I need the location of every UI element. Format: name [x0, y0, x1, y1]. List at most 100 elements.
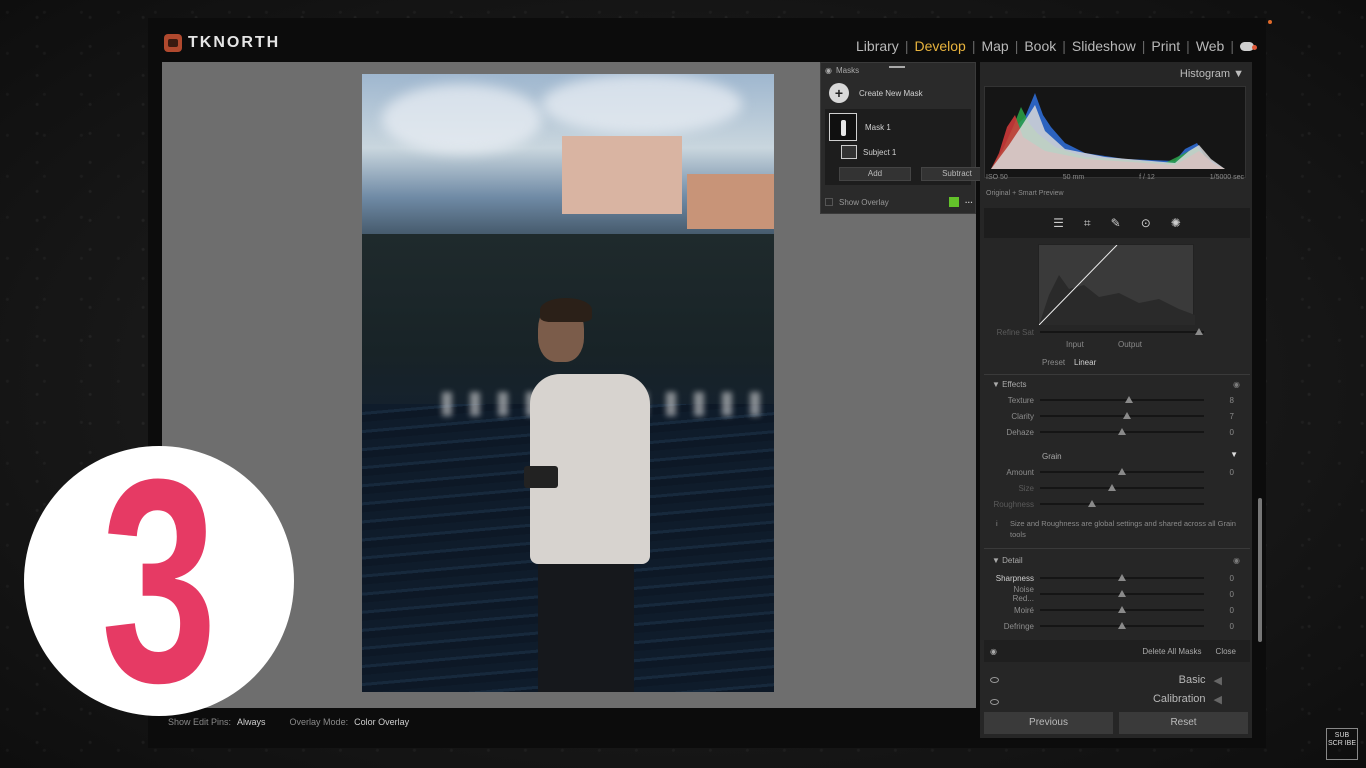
grain-slider-amount[interactable]: Amount 0 [990, 466, 1240, 478]
reset-button[interactable]: Reset [1119, 712, 1248, 734]
calibration-section-header[interactable]: Calibration ◀ [984, 692, 1250, 706]
overlay-color-swatch[interactable] [949, 197, 959, 207]
slider-track[interactable] [1040, 622, 1204, 629]
slider-thumb[interactable] [1118, 574, 1126, 581]
module-slideshow[interactable]: Slideshow [1066, 38, 1142, 54]
slider-thumb[interactable] [1122, 412, 1131, 419]
previous-button[interactable]: Previous [984, 712, 1113, 734]
refine-sat-slider[interactable]: Refine Sat [990, 326, 1240, 338]
grain-slider-size[interactable]: Size [990, 482, 1240, 494]
tone-curve[interactable] [1038, 244, 1195, 326]
slider-track[interactable] [1040, 484, 1204, 491]
add-button[interactable]: Add [839, 167, 911, 181]
histogram-title[interactable]: Histogram ▼ [1180, 68, 1244, 80]
slider-value[interactable]: 0 [1204, 590, 1234, 599]
subscribe-badge[interactable]: SUB SCR IBE [1326, 728, 1358, 760]
slider-value[interactable]: 0 [1204, 606, 1234, 615]
slider-value[interactable]: 7 [1204, 412, 1234, 421]
close-button[interactable]: Close [1216, 647, 1236, 656]
red-eye-icon[interactable]: ⊙ [1141, 216, 1151, 230]
mask-item[interactable]: Mask 1 [829, 113, 891, 141]
aperture-value: f / 12 [1139, 174, 1155, 181]
preset-select[interactable]: Linear [1074, 358, 1096, 367]
grain-header: Grain [1042, 452, 1062, 461]
masks-panel: ◉ Masks + Create New Mask Mask 1 Subject… [820, 62, 993, 214]
show-edit-pins-select[interactable]: Always [237, 717, 266, 727]
canvas-toolbar: Show Edit Pins: Always Overlay Mode: Col… [162, 710, 976, 734]
slider-track[interactable] [1040, 468, 1204, 475]
bear-logo-icon [164, 34, 182, 52]
masking-icon[interactable]: ✺ [1171, 216, 1181, 230]
develop-tool-strip: ☰ ⌗ ✎ ⊙ ✺ [984, 208, 1250, 238]
module-map[interactable]: Map [975, 38, 1014, 54]
slider-thumb[interactable] [1118, 606, 1126, 613]
curve-input-label: Input [1066, 340, 1084, 349]
slider-thumb[interactable] [1118, 428, 1126, 435]
healing-icon[interactable]: ✎ [1111, 216, 1121, 230]
footer-eye-icon[interactable]: ◉ [990, 647, 997, 656]
subject-icon [841, 145, 857, 159]
effects-slider-clarity[interactable]: Clarity 7 [990, 410, 1240, 422]
detail-slider-noise-red[interactable]: Noise Red... 0 [990, 585, 1240, 603]
slider-track[interactable] [1040, 590, 1204, 597]
detail-slider-moir[interactable]: Moiré 0 [990, 604, 1240, 616]
effects-slider-texture[interactable]: Texture 8 [990, 394, 1240, 406]
module-book[interactable]: Book [1018, 38, 1062, 54]
slider-thumb[interactable] [1118, 590, 1126, 597]
slider-track[interactable] [1040, 606, 1204, 613]
slider-value[interactable]: 0 [1204, 574, 1234, 583]
grain-slider-roughness[interactable]: Roughness [990, 498, 1240, 510]
cloud-sync-icon[interactable] [1240, 41, 1257, 51]
module-web[interactable]: Web [1190, 38, 1231, 54]
panel-scrollbar[interactable] [1258, 498, 1262, 642]
detail-header[interactable]: ▼ Detail [992, 556, 1023, 565]
eye-icon[interactable] [990, 677, 999, 683]
effects-eye-icon[interactable]: ◉ [1233, 380, 1240, 389]
detail-slider-sharpness[interactable]: Sharpness 0 [990, 572, 1240, 584]
eye-icon[interactable] [990, 699, 999, 705]
effects-header[interactable]: ▼ Effects [992, 380, 1026, 389]
module-print[interactable]: Print [1145, 38, 1186, 54]
mask-component[interactable]: Subject 1 [841, 145, 896, 159]
module-library[interactable]: Library [850, 38, 905, 54]
show-overlay-checkbox[interactable] [825, 198, 833, 206]
slider-track[interactable] [1040, 500, 1204, 507]
show-overlay-label: Show Overlay [839, 197, 889, 207]
crop-icon[interactable]: ⌗ [1084, 216, 1091, 231]
grain-collapse-icon[interactable]: ▼ [1230, 450, 1238, 459]
detail-slider-defringe[interactable]: Defringe 0 [990, 620, 1240, 632]
slider-track[interactable] [1040, 428, 1204, 435]
more-options-icon[interactable]: ··· [965, 198, 973, 207]
slider-thumb[interactable] [1124, 396, 1133, 403]
slider-value[interactable]: 0 [1204, 428, 1234, 437]
effects-slider-dehaze[interactable]: Dehaze 0 [990, 426, 1240, 438]
plus-icon[interactable]: + [829, 83, 849, 103]
slider-value[interactable]: 0 [1204, 622, 1234, 631]
basic-section-header[interactable]: Basic ◀ [984, 670, 1250, 690]
slider-thumb[interactable] [1118, 468, 1126, 475]
slider-label: Dehaze [1006, 427, 1034, 437]
slider-track[interactable] [1040, 574, 1204, 581]
detail-eye-icon[interactable]: ◉ [1233, 556, 1240, 565]
slider-label: Defringe [1003, 621, 1034, 631]
drag-handle[interactable] [889, 66, 905, 68]
overlay-mode-select[interactable]: Color Overlay [354, 717, 409, 727]
exif-info: ISO 50 50 mm f / 12 1/5000 sec [986, 174, 1244, 181]
slider-label: Noise Red... [1012, 585, 1034, 603]
create-new-mask-label: Create New Mask [859, 88, 923, 98]
create-new-mask-button[interactable]: + Create New Mask [821, 77, 975, 109]
delete-all-masks-button[interactable]: Delete All Masks [1142, 647, 1201, 656]
slider-track[interactable] [1040, 412, 1204, 419]
edit-sliders-icon[interactable]: ☰ [1053, 216, 1064, 230]
slider-track[interactable] [1040, 396, 1204, 403]
slider-thumb[interactable] [1118, 622, 1126, 629]
slider-thumb[interactable] [1088, 500, 1097, 507]
module-develop[interactable]: Develop [908, 38, 971, 54]
main-photo[interactable] [362, 74, 774, 692]
eye-icon[interactable]: ◉ [825, 66, 832, 75]
focal-length: 50 mm [1062, 174, 1085, 181]
slider-label: Moiré [1013, 605, 1034, 615]
slider-value[interactable]: 8 [1204, 396, 1234, 405]
slider-value[interactable]: 0 [1204, 468, 1234, 477]
slider-thumb[interactable] [1108, 484, 1117, 491]
